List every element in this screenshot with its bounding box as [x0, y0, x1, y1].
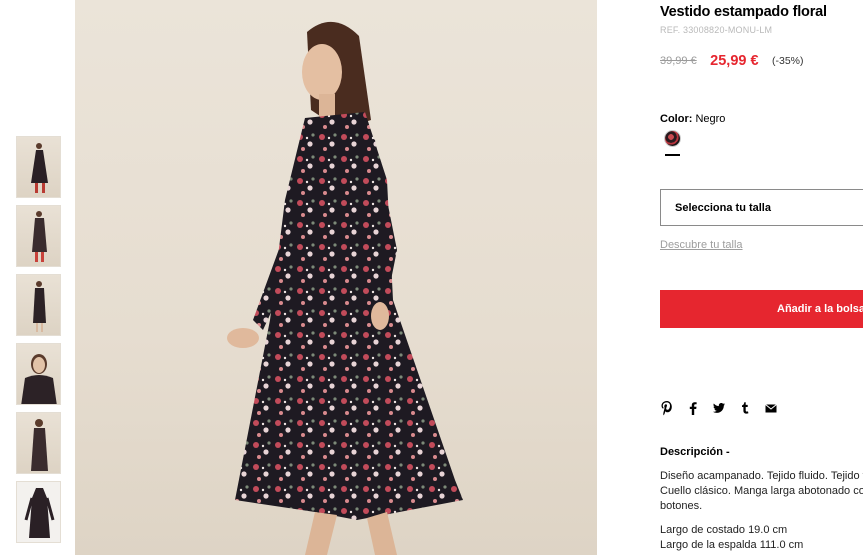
color-swatch-negro[interactable]	[665, 131, 680, 146]
product-title: Vestido estampado floral	[660, 4, 827, 20]
thumbnail-3[interactable]	[16, 274, 61, 336]
sale-price: 25,99 €	[710, 52, 759, 69]
old-price: 39,99 €	[660, 54, 697, 67]
thumbnail-2[interactable]	[16, 205, 61, 267]
tumblr-icon[interactable]	[738, 400, 752, 416]
size-select[interactable]: Selecciona tu talla	[660, 189, 863, 226]
thumbnail-1[interactable]	[16, 136, 61, 198]
product-info-panel: Vestido estampado floral REF. 33008820-M…	[660, 0, 863, 555]
description-text: Diseño acampanado. Tejido fluido. Tejido…	[660, 470, 863, 512]
selected-swatch-indicator	[665, 154, 680, 156]
color-value: Negro	[695, 113, 726, 125]
twitter-icon[interactable]	[712, 400, 726, 416]
add-to-bag-button[interactable]: Añadir a la bolsa	[660, 290, 863, 328]
thumbnail-6[interactable]	[16, 481, 61, 543]
product-main-image[interactable]	[75, 0, 597, 555]
color-row: Color: Negro	[660, 113, 725, 125]
thumbnail-5[interactable]	[16, 412, 61, 474]
pinterest-icon[interactable]	[660, 400, 674, 416]
spec-line: Largo de la espalda 111.0 cm	[660, 539, 804, 551]
color-label: Color:	[660, 113, 693, 125]
size-guide-link[interactable]: Descubre tu talla	[660, 239, 743, 251]
product-reference: REF. 33008820-MONU-LM	[660, 25, 773, 35]
description-title[interactable]: Descripción -	[660, 446, 730, 458]
thumbnail-list	[16, 136, 62, 550]
thumbnail-4[interactable]	[16, 343, 61, 405]
email-icon[interactable]	[764, 400, 778, 416]
facebook-icon[interactable]	[686, 400, 700, 416]
discount-badge: (-35%)	[772, 54, 804, 67]
spec-line: Largo de costado 19.0 cm	[660, 524, 788, 536]
price-row: 39,99 € 25,99 € (-35%)	[660, 52, 804, 70]
